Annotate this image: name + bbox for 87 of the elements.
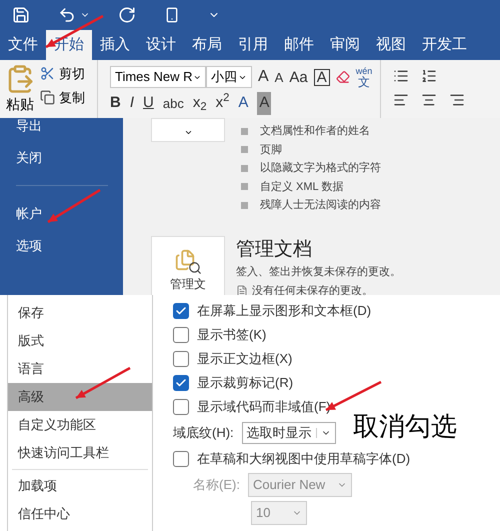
- ribbon-tab[interactable]: 开发工: [414, 30, 475, 60]
- phonetic-guide-button[interactable]: wén 文: [356, 66, 372, 88]
- field-label: 域底纹(H):: [173, 424, 234, 442]
- checkbox[interactable]: [173, 351, 189, 367]
- cut-button[interactable]: 剪切: [40, 64, 85, 84]
- bullet-icon: [241, 164, 248, 172]
- touch-mode-icon[interactable]: [164, 7, 180, 23]
- ribbon-tab[interactable]: 审阅: [322, 30, 368, 60]
- checkbox-label: 在草稿和大纲视图中使用草稿字体(D): [197, 450, 410, 468]
- shrink-font-button[interactable]: A: [274, 70, 284, 84]
- align-left-icon[interactable]: [393, 92, 410, 108]
- inspect-item: 文档属性和作者的姓名: [260, 124, 370, 139]
- document-icon: [236, 284, 248, 295]
- annotation-text: 取消勾选: [353, 410, 457, 443]
- checkbox[interactable]: [173, 399, 189, 415]
- ribbon-tab[interactable]: 视图: [368, 30, 414, 60]
- bold-button[interactable]: B: [110, 92, 121, 114]
- bullet-icon: [241, 183, 248, 190]
- options-nav-item[interactable]: 高级: [8, 383, 152, 411]
- shading-button[interactable]: A: [257, 92, 272, 114]
- checkbox-label: 显示正文边框(X): [197, 350, 292, 368]
- manage-document-button[interactable]: 管理文: [151, 236, 225, 295]
- numbering-icon[interactable]: [421, 68, 438, 84]
- redo-icon[interactable]: [118, 6, 136, 24]
- checkbox-label: 显示裁剪标记(R): [197, 374, 294, 392]
- arrow: [75, 366, 131, 400]
- save-icon[interactable]: [12, 6, 30, 24]
- arrow: [47, 188, 101, 224]
- ribbon-tab[interactable]: 邮件: [276, 30, 322, 60]
- options-nav-item[interactable]: 版式: [8, 327, 152, 355]
- change-case-button[interactable]: Aa: [289, 70, 308, 84]
- inspect-item: 残障人士无法阅读的内容: [260, 198, 381, 213]
- font-color-button[interactable]: A: [238, 92, 248, 114]
- backstage-menu-item[interactable]: 导出: [16, 118, 123, 142]
- section-title: 管理文档: [236, 238, 313, 262]
- options-nav-item[interactable]: 自定义功能区: [8, 411, 152, 439]
- options-nav-item[interactable]: 快速访问工具栏: [8, 439, 152, 467]
- checkbox-label: 在屏幕上显示图形和文本框(D): [197, 302, 372, 320]
- shading-select[interactable]: 选取时显示: [242, 422, 336, 444]
- backstage-menu-item[interactable]: 帐户: [16, 198, 123, 230]
- underline-button[interactable]: U: [143, 92, 154, 114]
- checkbox-label: 显示书签(K): [197, 326, 266, 344]
- options-nav-item[interactable]: 加载项: [8, 472, 152, 500]
- ribbon-tab[interactable]: 设计: [138, 30, 184, 60]
- field-label: 名称(E):: [193, 476, 240, 494]
- bullet-icon: [241, 128, 248, 135]
- section-description: 签入、签出并恢复未保存的更改。: [236, 264, 401, 280]
- grow-font-button[interactable]: A: [258, 69, 269, 85]
- copy-icon: [40, 90, 55, 105]
- ribbon-tab[interactable]: 插入: [92, 30, 138, 60]
- clear-format-icon[interactable]: [336, 70, 350, 84]
- caret-icon: [184, 128, 192, 137]
- options-nav-item[interactable]: 保存: [8, 299, 152, 327]
- document-search-icon: [174, 248, 202, 274]
- italic-button[interactable]: I: [130, 92, 134, 114]
- checkbox[interactable]: [173, 375, 189, 391]
- bullet-icon: [241, 146, 248, 154]
- checkbox[interactable]: [173, 303, 189, 319]
- strikethrough-button[interactable]: abc: [162, 94, 184, 113]
- bullet-icon: [241, 202, 248, 209]
- inspect-item: 以隐藏文字为格式的字符: [260, 160, 381, 176]
- inspect-item: 页脚: [260, 142, 282, 158]
- scissors-icon: [40, 66, 55, 82]
- font-name-field[interactable]: Times New R: [110, 66, 206, 88]
- bullets-icon[interactable]: [393, 68, 410, 84]
- backstage-menu-item[interactable]: 选项: [16, 230, 123, 261]
- check-icon: [175, 305, 187, 317]
- options-nav-item[interactable]: 语言: [8, 355, 152, 383]
- status-note: 没有任何未保存的更改。: [252, 284, 373, 295]
- ribbon-tab[interactable]: 文件: [0, 30, 46, 60]
- ribbon-tab[interactable]: 引用: [230, 30, 276, 60]
- script-button[interactable]: x$^{2}$: [216, 92, 230, 114]
- align-right-icon[interactable]: [449, 92, 466, 108]
- checkbox[interactable]: [173, 451, 189, 467]
- align-center-icon[interactable]: [421, 92, 438, 108]
- character-border-button[interactable]: A: [314, 68, 330, 86]
- ribbon-tab[interactable]: 布局: [184, 30, 230, 60]
- copy-button[interactable]: 复制: [40, 88, 85, 107]
- paste-button[interactable]: 粘贴: [6, 94, 34, 115]
- font-size-field[interactable]: 小四: [206, 66, 252, 88]
- options-nav-item[interactable]: 信任中心: [8, 500, 152, 528]
- undo-icon[interactable]: [58, 6, 76, 24]
- script-button[interactable]: x$_{2}$: [192, 92, 207, 114]
- inspect-item: 自定义 XML 数据: [260, 180, 344, 194]
- check-icon: [175, 377, 187, 389]
- backstage-menu-item[interactable]: 关闭: [16, 142, 123, 173]
- checkbox[interactable]: [173, 327, 189, 343]
